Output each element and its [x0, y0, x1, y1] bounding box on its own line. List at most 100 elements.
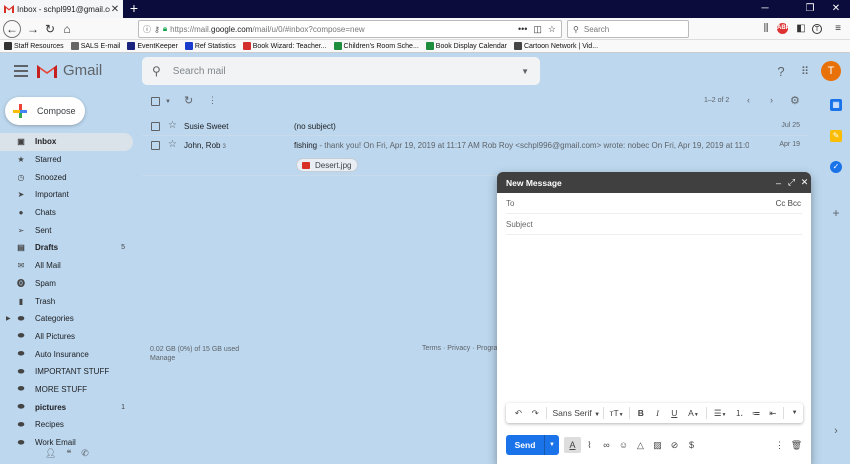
bookmark-star-icon[interactable]: ☆ [548, 24, 556, 35]
select-all-checkbox[interactable] [151, 97, 160, 108]
sidebar-item-inbox[interactable]: ▣ Inbox [0, 133, 133, 151]
sidebar-item-trash[interactable]: ▮ Trash [0, 292, 133, 310]
indent-less-icon[interactable]: ⇤ [764, 408, 781, 419]
bold-icon[interactable]: B [632, 408, 649, 418]
money-icon[interactable]: $ [683, 440, 700, 450]
settings-gear-icon[interactable]: ⚙ [790, 94, 800, 107]
drive-icon[interactable]: △ [632, 440, 649, 451]
tab-close-icon[interactable]: ✕ [110, 4, 120, 15]
row-checkbox[interactable] [151, 122, 160, 131]
contacts-icon[interactable]: 👤︎ [45, 448, 56, 464]
sidebar-item-categories[interactable]: ▶ ⬬ Categories [0, 310, 133, 328]
close-icon[interactable]: ✕ [798, 177, 811, 188]
email-row[interactable]: ☆ Susie Sweet (no subject) Jul 25 [142, 117, 808, 136]
bookmark-item[interactable]: Children's Room Sche... [333, 42, 419, 50]
key-icon[interactable]: ⚷ [154, 25, 160, 34]
discard-draft-icon[interactable]: 🗑︎ [788, 440, 805, 451]
lock-icon[interactable]: 🔒︎ [163, 24, 167, 34]
italic-icon[interactable]: I [649, 408, 666, 418]
new-tab-button[interactable]: + [128, 0, 140, 18]
back-arrow-icon[interactable]: ← [3, 20, 21, 38]
bookmark-item[interactable]: Book Wizard: Teacher... [242, 42, 327, 50]
adblock-icon[interactable]: ABP [777, 23, 790, 34]
user-avatar[interactable]: T [821, 61, 841, 81]
sidebar-item-more-stuff[interactable]: ⬬ MORE STUFF [0, 381, 133, 399]
main-menu-icon[interactable] [14, 65, 28, 77]
forward-arrow-icon[interactable]: → [24, 20, 42, 38]
next-page-icon[interactable]: › [770, 95, 773, 105]
search-options-icon[interactable]: ▼ [521, 67, 529, 76]
url-text[interactable]: https://mail.google.com/mail/u/0/#inbox?… [170, 25, 518, 34]
window-minimize-button[interactable]: ─ [751, 0, 779, 18]
sidebar-item-important-stuff[interactable]: ⬬ IMPORTANT STUFF [0, 363, 133, 381]
bulleted-list-icon[interactable]: ≔ [748, 408, 765, 419]
expand-panel-icon[interactable]: › [830, 425, 842, 437]
browser-search-input[interactable]: ⚲ Search [567, 20, 689, 38]
expand-caret-icon[interactable]: ▶ [6, 315, 11, 322]
attach-file-icon[interactable]: ⌇ [581, 440, 598, 451]
sidebar-item-important[interactable]: ➤ Important [0, 186, 133, 204]
prev-page-icon[interactable]: ‹ [747, 95, 750, 105]
redo-icon[interactable]: ↷ [527, 408, 544, 419]
cc-bcc-link[interactable]: Cc Bcc [776, 199, 801, 208]
attachment-chip[interactable]: Desert.jpg [296, 158, 358, 172]
font-size-icon[interactable]: ᴛT▼ [606, 408, 628, 418]
numbered-list-icon[interactable]: ⒈ [731, 407, 748, 419]
sidebar-toggle-icon[interactable]: ◧ [794, 22, 808, 36]
fullscreen-icon[interactable]: ⤢ [785, 177, 798, 188]
gmail-logo[interactable]: Gmail [36, 62, 102, 79]
row-checkbox[interactable] [151, 141, 160, 150]
more-options-icon[interactable]: ⋮ [771, 440, 788, 451]
star-icon[interactable]: ☆ [168, 139, 177, 150]
font-select[interactable]: Sans Serif ▼ [548, 408, 600, 418]
emoji-icon[interactable]: ☺ [615, 440, 632, 450]
sidebar-item-all-mail[interactable]: ✉ All Mail [0, 257, 133, 275]
bookmark-item[interactable]: Book Display Calendar [425, 42, 507, 50]
email-row[interactable]: ☆ John, Rob 3 fishing - thank you! On Fri… [142, 136, 808, 176]
help-icon[interactable]: ? [773, 64, 789, 80]
more-options-icon[interactable]: ⋮ [208, 95, 217, 106]
info-icon[interactable]: ⓘ [143, 24, 151, 35]
to-field[interactable]: To Cc Bcc [506, 193, 802, 214]
undo-icon[interactable]: ↶ [510, 408, 527, 419]
compose-button[interactable]: Compose [5, 97, 85, 125]
bookmark-item[interactable]: SALS E-mail [70, 42, 120, 50]
sidebar-item-starred[interactable]: ★ Starred [0, 151, 133, 169]
sidebar-item-snoozed[interactable]: ◷ Snoozed [0, 168, 133, 186]
text-color-icon[interactable]: A▼ [683, 408, 705, 418]
sidebar-item-all-pictures[interactable]: ⬬ All Pictures [0, 328, 133, 346]
compose-header[interactable]: New Message – ⤢ ✕ [497, 172, 811, 193]
address-bar[interactable]: ⓘ ⚷ 🔒︎ https://mail.google.com/mail/u/0/… [138, 20, 562, 38]
bookmark-item[interactable]: Staff Resources [4, 42, 64, 50]
sidebar-item-recipes[interactable]: ⬬ Recipes [0, 416, 133, 434]
calendar-icon[interactable]: ▦ [830, 99, 842, 111]
refresh-icon[interactable]: ↻ [184, 94, 193, 107]
home-icon[interactable]: ⌂ [58, 20, 76, 38]
align-icon[interactable]: ☰▼ [709, 408, 731, 419]
more-actions-icon[interactable]: ••• [518, 24, 527, 35]
apps-grid-icon[interactable]: ⠿ [797, 64, 813, 80]
phone-icon[interactable]: ✆ [81, 448, 89, 464]
message-body[interactable] [497, 235, 811, 400]
reload-icon[interactable]: ↻ [41, 20, 59, 38]
insert-photo-icon[interactable]: ▨ [649, 440, 666, 451]
add-addon-icon[interactable]: + [830, 207, 842, 219]
menu-icon[interactable]: ≡ [831, 22, 845, 36]
tasks-icon[interactable]: ✓ [830, 161, 842, 173]
browser-tab-inbox[interactable]: Inbox - schpl991@gmail.com ✕ [0, 0, 123, 18]
more-formatting-icon[interactable]: ▼ [786, 410, 803, 416]
sidebar-item-spam[interactable]: ⓿ Spam [0, 275, 133, 293]
sidebar-item-drafts[interactable]: ▤ Drafts 5 [0, 239, 133, 257]
star-icon[interactable]: ☆ [168, 120, 177, 131]
send-button[interactable]: Send [506, 435, 544, 455]
pocket-icon[interactable]: ◫ [533, 24, 542, 35]
bookmark-item[interactable]: EventKeeper [127, 42, 178, 50]
manage-storage-link[interactable]: Manage [150, 355, 175, 362]
underline-icon[interactable]: U [666, 408, 683, 418]
select-dropdown-icon[interactable]: ▼ [165, 99, 171, 105]
sidebar-item-auto-insurance[interactable]: ⬬ Auto Insurance [0, 345, 133, 363]
account-icon[interactable]: T [812, 24, 822, 34]
search-icon[interactable]: ⚲ [152, 64, 161, 78]
sidebar-item-sent[interactable]: ➢ Sent [0, 221, 133, 239]
library-icon[interactable]: ⫼ [759, 22, 773, 36]
